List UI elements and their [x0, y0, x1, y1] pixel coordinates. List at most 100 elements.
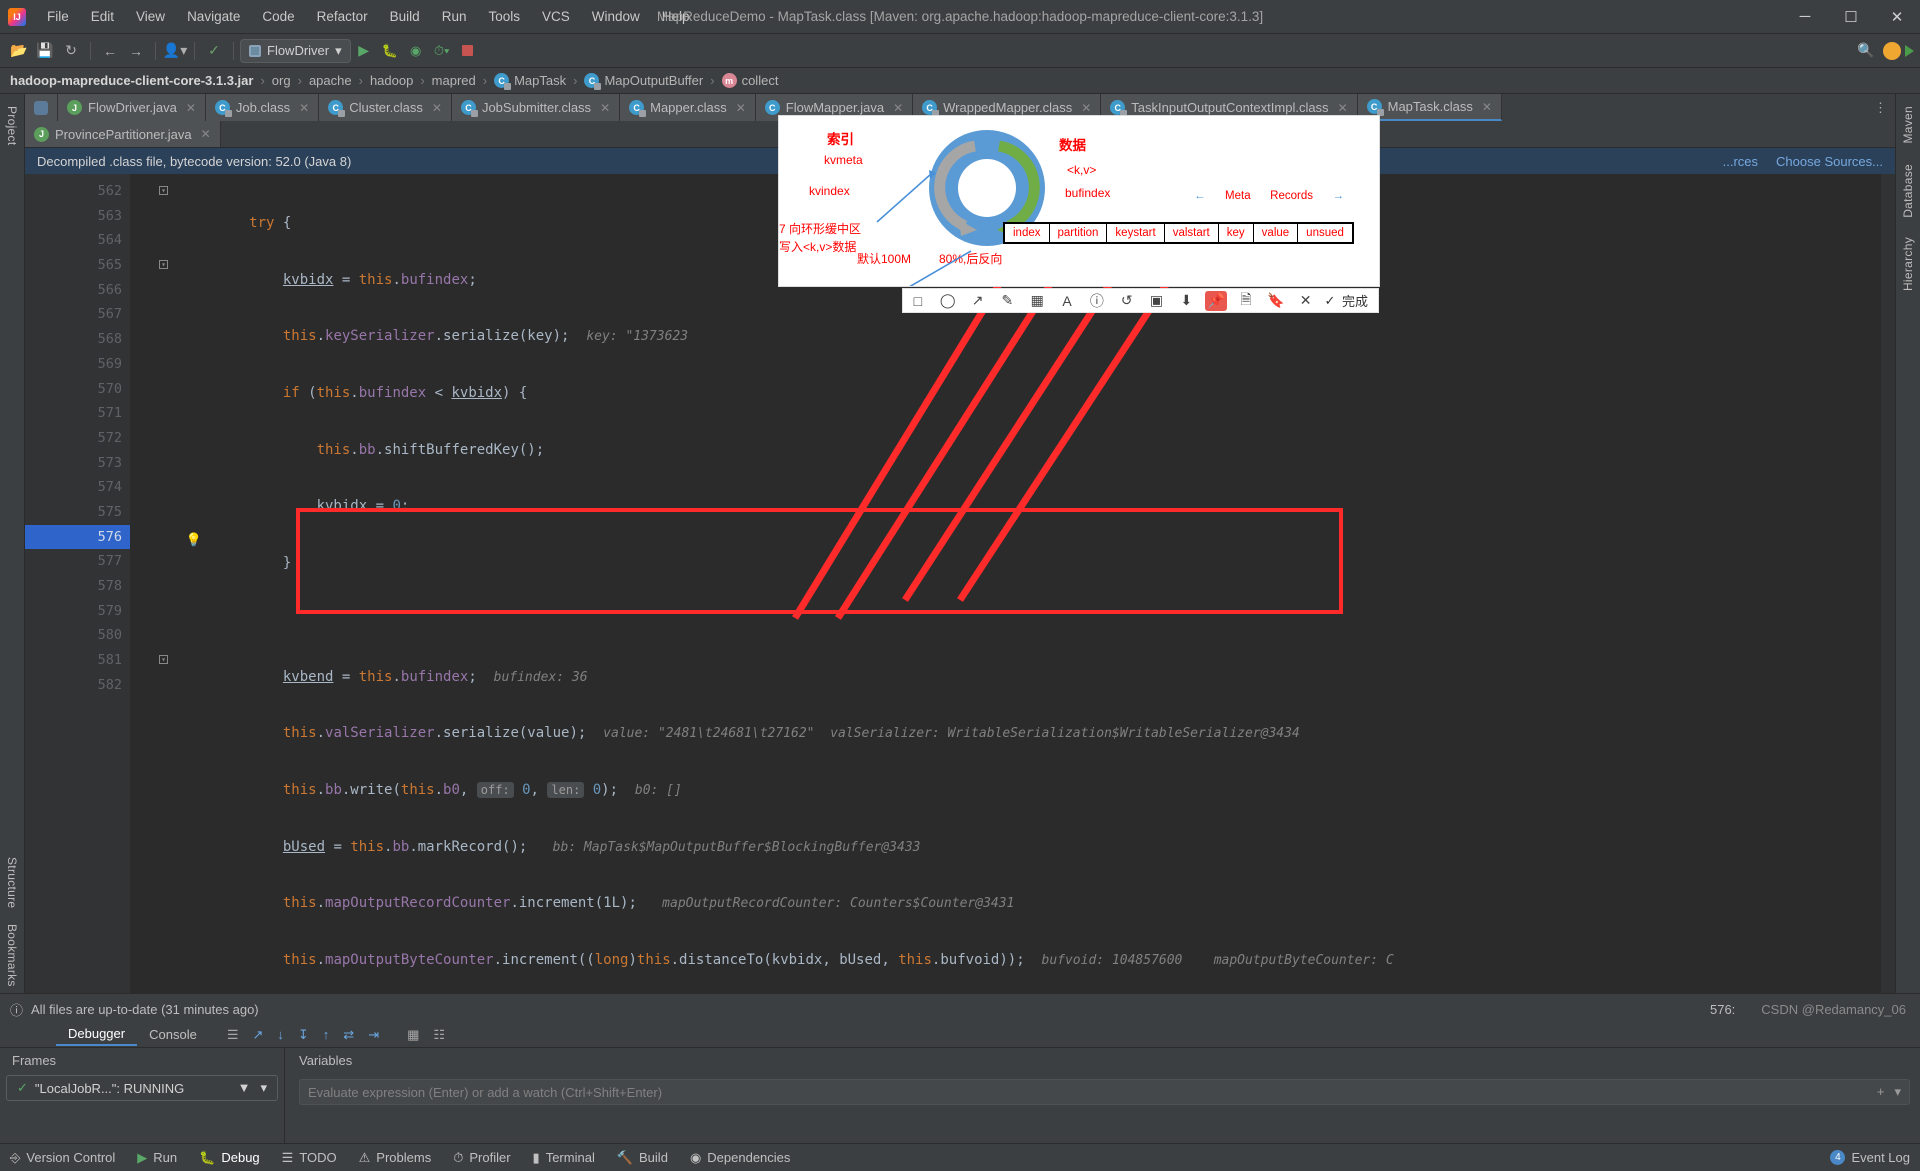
- close-icon[interactable]: ✕: [201, 127, 211, 141]
- ellipse-tool-icon[interactable]: ◯: [937, 291, 959, 311]
- evaluate-expression-input[interactable]: Evaluate expression (Enter) or add a wat…: [299, 1079, 1910, 1105]
- link-choose-sources[interactable]: Choose Sources...: [1776, 154, 1883, 169]
- status-build[interactable]: 🔨 Build: [617, 1150, 668, 1166]
- chevron-down-icon[interactable]: ▾: [260, 1080, 267, 1096]
- tab-jobsubmitter-class[interactable]: C JobSubmitter.class ✕: [451, 94, 621, 121]
- bookmark-tool-icon[interactable]: 🔖: [1265, 291, 1287, 311]
- rail-structure-label[interactable]: Structure: [5, 851, 19, 914]
- tab-maptask-class[interactable]: C MapTask.class ✕: [1357, 94, 1502, 121]
- pencil-tool-icon[interactable]: ✎: [996, 291, 1018, 311]
- debug-icon[interactable]: 🐛: [377, 39, 403, 63]
- event-log-button[interactable]: 4 Event Log: [1830, 1150, 1910, 1165]
- status-todo[interactable]: ☰ TODO: [282, 1150, 337, 1166]
- sync-icon[interactable]: ↻: [58, 39, 84, 63]
- stop-icon[interactable]: [455, 39, 481, 63]
- window-minimize-button[interactable]: ─: [1782, 0, 1828, 34]
- rail-database-label[interactable]: Database: [1901, 158, 1915, 224]
- tab-console[interactable]: Console: [137, 1024, 209, 1045]
- status-debug[interactable]: 🐛 Debug: [199, 1150, 260, 1166]
- menu-help[interactable]: Help: [651, 5, 701, 28]
- breadcrumb-item-collect[interactable]: m collect: [721, 73, 778, 88]
- ocr-tool-icon[interactable]: ▣: [1146, 291, 1168, 311]
- rail-project-label[interactable]: Project: [5, 100, 19, 151]
- run-icon[interactable]: ▶: [351, 39, 377, 63]
- close-icon[interactable]: ✕: [186, 101, 196, 115]
- mosaic-tool-icon[interactable]: ▦: [1026, 291, 1048, 311]
- breadcrumb-item-mapred[interactable]: mapred: [432, 73, 476, 88]
- line-number-gutter[interactable]: 562 ▾ 563 564 565 ▾ 566 567 568 569 570 57…: [25, 174, 202, 993]
- caret-position[interactable]: 576:: [1710, 1002, 1735, 1017]
- pin-tool-icon[interactable]: 📌: [1205, 290, 1228, 311]
- back-arrow-icon[interactable]: ←: [97, 39, 123, 63]
- download-tool-icon[interactable]: ⬇: [1175, 291, 1197, 311]
- forward-arrow-icon[interactable]: →: [123, 39, 149, 63]
- link-sources[interactable]: ...rces: [1723, 154, 1758, 169]
- open-folder-icon[interactable]: 📂: [6, 39, 32, 63]
- rail-maven-label[interactable]: Maven: [1901, 100, 1915, 150]
- window-maximize-button[interactable]: ☐: [1828, 0, 1874, 34]
- status-version-control[interactable]: ⎆ Version Control: [10, 1150, 115, 1166]
- editor-tab-overflow-icon[interactable]: ⋮: [1866, 94, 1895, 121]
- menu-edit[interactable]: Edit: [80, 5, 125, 28]
- undo-tool-icon[interactable]: ↺: [1116, 291, 1138, 311]
- info-tool-icon[interactable]: ⓘ: [1086, 291, 1108, 311]
- menu-code[interactable]: Code: [251, 5, 305, 28]
- menu-window[interactable]: Window: [581, 5, 651, 28]
- status-problems[interactable]: ⚠ Problems: [359, 1150, 432, 1166]
- close-icon[interactable]: ✕: [432, 101, 442, 115]
- step-out-icon[interactable]: ↑: [323, 1027, 330, 1042]
- rectangle-tool-icon[interactable]: □: [907, 291, 929, 311]
- menu-navigate[interactable]: Navigate: [176, 5, 251, 28]
- profile-icon[interactable]: 👤▾: [162, 39, 188, 63]
- menu-view[interactable]: View: [125, 5, 176, 28]
- build-hammer-icon[interactable]: ✓: [201, 39, 227, 63]
- text-tool-icon[interactable]: A: [1056, 291, 1078, 311]
- force-step-into-icon[interactable]: ↧: [298, 1027, 309, 1043]
- tab-job-class[interactable]: C Job.class ✕: [205, 94, 320, 121]
- close-icon[interactable]: ✕: [1338, 101, 1348, 115]
- breadcrumb-item-apache[interactable]: apache: [309, 73, 352, 88]
- status-dependencies[interactable]: ◉ Dependencies: [690, 1150, 790, 1166]
- window-close-button[interactable]: ✕: [1874, 0, 1920, 34]
- step-into-icon[interactable]: ↓: [277, 1027, 284, 1042]
- close-icon[interactable]: ✕: [600, 101, 610, 115]
- chevron-down-icon[interactable]: ▾: [335, 43, 342, 59]
- filter-icon[interactable]: ▼: [238, 1080, 251, 1096]
- close-icon[interactable]: ✕: [1081, 101, 1091, 115]
- arrow-tool-icon[interactable]: ↗: [967, 291, 989, 311]
- close-icon[interactable]: ✕: [893, 101, 903, 115]
- chevron-down-icon[interactable]: ▾: [1894, 1084, 1901, 1100]
- run-to-cursor-icon[interactable]: ⇥: [368, 1027, 379, 1043]
- search-icon[interactable]: 🔍: [1853, 39, 1879, 63]
- breadcrumb-item-maptask[interactable]: C MapTask: [494, 73, 566, 90]
- coverage-icon[interactable]: ◉: [403, 39, 429, 63]
- screenshot-tool-toolbar[interactable]: □ ◯ ↗ ✎ ▦ A ⓘ ↺ ▣ ⬇ 📌 🗎 🔖 ✕ ✓ 完成: [902, 288, 1379, 313]
- close-icon[interactable]: ✕: [1482, 100, 1492, 114]
- list-icon[interactable]: ☰: [227, 1027, 239, 1043]
- tab-flowdriver-java[interactable]: J FlowDriver.java ✕: [58, 94, 206, 121]
- tab-debugger[interactable]: Debugger: [56, 1023, 138, 1046]
- menu-tools[interactable]: Tools: [477, 5, 531, 28]
- confirm-done-button[interactable]: ✓ 完成: [1325, 291, 1375, 311]
- window-controls[interactable]: ─ ☐ ✕: [1782, 0, 1920, 34]
- menu-build[interactable]: Build: [379, 5, 431, 28]
- copy-tool-icon[interactable]: 🗎: [1235, 291, 1257, 311]
- rail-bookmarks-label[interactable]: Bookmarks: [5, 918, 19, 993]
- status-profiler[interactable]: ⏱ Profiler: [453, 1150, 510, 1166]
- breadcrumb-item-hadoop[interactable]: hadoop: [370, 73, 413, 88]
- close-icon[interactable]: ✕: [299, 101, 309, 115]
- status-terminal[interactable]: ▮ Terminal: [533, 1150, 595, 1166]
- menu-bar[interactable]: File Edit View Navigate Code Refactor Bu…: [36, 5, 701, 28]
- tab-provincepartitioner-java[interactable]: J ProvincePartitioner.java ✕: [25, 121, 221, 147]
- settings-layout-icon[interactable]: ☷: [433, 1027, 445, 1043]
- run-configuration-selector[interactable]: FlowDriver ▾: [240, 38, 351, 63]
- evaluate-icon[interactable]: ▦: [407, 1027, 419, 1043]
- save-icon[interactable]: 💾: [32, 39, 58, 63]
- editor-scrollbar[interactable]: [1881, 174, 1895, 993]
- tab-cluster-class[interactable]: C Cluster.class ✕: [319, 94, 452, 121]
- status-run[interactable]: ▶ Run: [137, 1150, 177, 1166]
- menu-vcs[interactable]: VCS: [531, 5, 581, 28]
- add-watch-icon[interactable]: +: [1877, 1084, 1885, 1100]
- close-tool-icon[interactable]: ✕: [1295, 291, 1317, 311]
- ide-status-icon[interactable]: [1905, 44, 1914, 57]
